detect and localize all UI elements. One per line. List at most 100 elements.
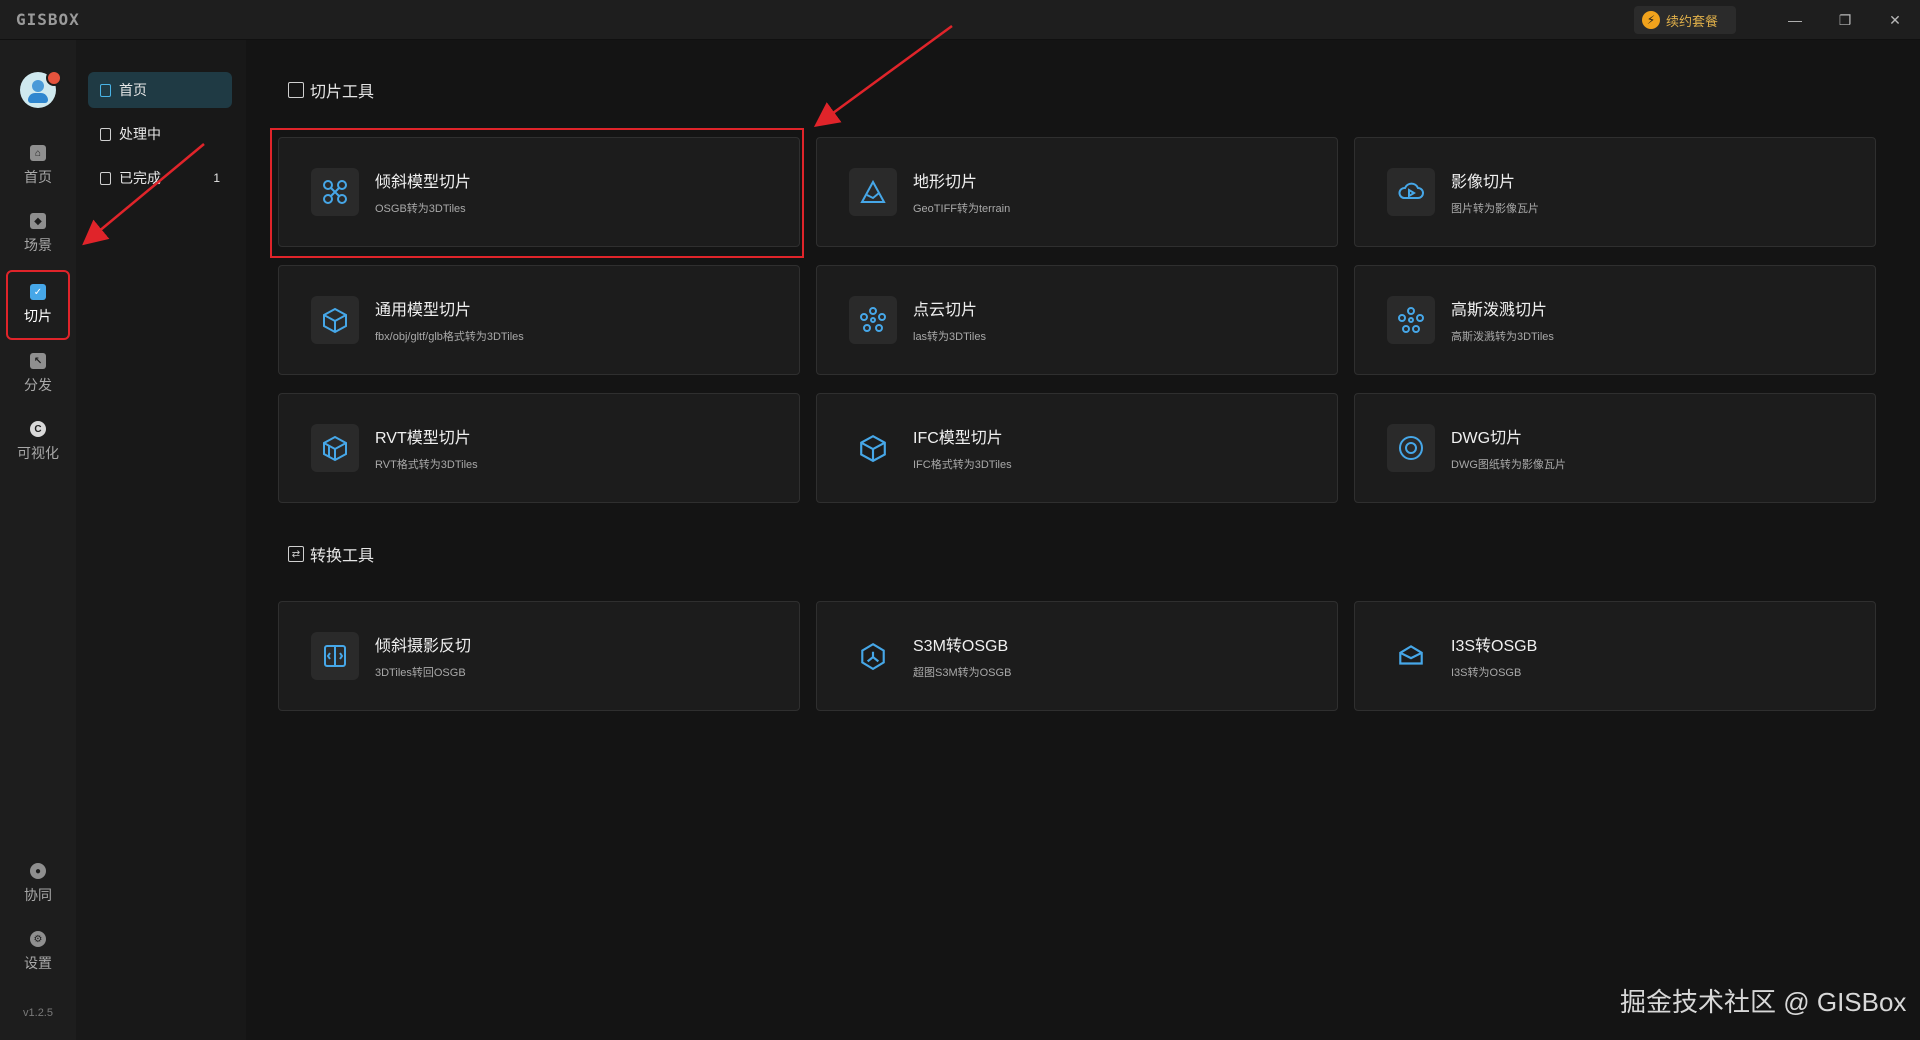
user-avatar[interactable]	[20, 70, 62, 108]
card-title: 影像切片	[1451, 174, 1516, 191]
card-title: RVT模型切片	[375, 430, 471, 447]
avatar-head	[32, 80, 44, 92]
primary-sidebar: ⌂ 首页 ◆ 场景 ✓ 切片 ↖ 分发 C 可视化 ● 协同 ⚙ 设置 v1.2…	[0, 40, 76, 1040]
drone-icon	[311, 168, 359, 216]
card-oblique-model-slice[interactable]: 倾斜模型切片 OSGB转为3DTiles	[278, 137, 800, 247]
card-title: 地形切片	[913, 174, 978, 191]
rail-item-label: 场景	[24, 237, 52, 253]
ifc-icon	[849, 424, 897, 472]
card-general-model-slice[interactable]: 通用模型切片 fbx/obj/gltf/glb格式转为3DTiles	[278, 265, 800, 375]
title-bar: GISBOX ⚡ 续约套餐 — ❐ ✕	[0, 0, 1920, 40]
document-icon	[100, 127, 111, 141]
card-title: DWG切片	[1451, 430, 1523, 447]
notification-dot	[46, 70, 62, 86]
section-title-label: 切片工具	[310, 84, 375, 101]
secondary-sidebar: 首页 处理中 已完成 1	[76, 40, 246, 1040]
card-subtitle: OSGB转为3DTiles	[375, 203, 466, 215]
cloud-image-icon	[1387, 168, 1435, 216]
card-s3m-to-osgb[interactable]: S3M转OSGB 超图S3M转为OSGB	[816, 601, 1338, 711]
rail-item-label: 切片	[24, 308, 52, 324]
card-title: IFC模型切片	[913, 430, 1003, 447]
main-content: 切片工具 倾斜模型切片 OSGB转为3DTiles 地形切片 GeoTIFF转为…	[246, 40, 1920, 1040]
app-version: v1.2.5	[23, 1007, 53, 1019]
minimize-button[interactable]: —	[1772, 0, 1818, 40]
card-terrain-slice[interactable]: 地形切片 GeoTIFF转为terrain	[816, 137, 1338, 247]
point-cloud-icon	[849, 296, 897, 344]
renew-plan-label: 续约套餐	[1666, 13, 1719, 29]
rail-item-label: 首页	[24, 169, 52, 185]
card-title: S3M转OSGB	[913, 638, 1009, 655]
subnav-item-completed[interactable]: 已完成 1	[88, 160, 232, 196]
rail-item-settings[interactable]: ⚙ 设置	[8, 922, 68, 982]
card-subtitle: las转为3DTiles	[913, 331, 986, 343]
bolt-icon: ⚡	[1642, 11, 1660, 29]
card-title: 倾斜模型切片	[375, 174, 472, 191]
subnav-item-processing[interactable]: 处理中	[88, 116, 232, 152]
card-title: 倾斜摄影反切	[375, 638, 472, 655]
section-title-convert-tools: ⇄ 转换工具	[288, 542, 374, 566]
card-dwg-slice[interactable]: DWG切片 DWG图纸转为影像瓦片	[1354, 393, 1876, 503]
section-title-slice-tools: 切片工具	[288, 78, 374, 102]
card-subtitle: RVT格式转为3DTiles	[375, 459, 478, 471]
restore-button[interactable]: ❐	[1822, 0, 1868, 40]
watermark-text: 掘金技术社区 @ GISBox	[1620, 987, 1907, 1017]
completed-count-badge: 1	[213, 171, 220, 185]
gaussian-icon	[1387, 296, 1435, 344]
section-title-label: 转换工具	[310, 548, 375, 565]
rail-item-label: 分发	[24, 377, 52, 393]
gear-icon: ⚙	[30, 931, 46, 947]
rail-item-visualize[interactable]: C 可视化	[8, 412, 68, 472]
card-subtitle: fbx/obj/gltf/glb格式转为3DTiles	[375, 331, 524, 343]
card-subtitle: IFC格式转为3DTiles	[913, 459, 1012, 471]
card-i3s-to-osgb[interactable]: I3S转OSGB I3S转为OSGB	[1354, 601, 1876, 711]
card-title: 高斯泼溅切片	[1451, 302, 1548, 319]
rail-item-scene[interactable]: ◆ 场景	[8, 204, 68, 264]
card-subtitle: DWG图纸转为影像瓦片	[1451, 459, 1566, 471]
rail-item-label: 协同	[24, 887, 52, 903]
rvt-icon	[311, 424, 359, 472]
rail-item-slice[interactable]: ✓ 切片	[6, 270, 70, 340]
rail-item-home[interactable]: ⌂ 首页	[8, 136, 68, 196]
rail-item-label: 设置	[24, 955, 52, 971]
document-icon	[100, 171, 111, 185]
cube-icon: ◆	[30, 213, 46, 229]
terrain-icon	[849, 168, 897, 216]
chart-icon: C	[30, 421, 46, 437]
share-icon: ↖	[30, 353, 46, 369]
card-subtitle: 3DTiles转回OSGB	[375, 667, 466, 679]
card-point-cloud-slice[interactable]: 点云切片 las转为3DTiles	[816, 265, 1338, 375]
rail-item-distribute[interactable]: ↖ 分发	[8, 344, 68, 404]
subnav-item-label: 处理中	[119, 126, 161, 142]
renew-plan-button[interactable]: ⚡ 续约套餐	[1634, 6, 1736, 34]
app-logo: GISBOX	[16, 10, 80, 29]
rail-item-collaborate[interactable]: ● 协同	[8, 854, 68, 914]
map-icon	[288, 82, 304, 98]
subnav-item-home[interactable]: 首页	[88, 72, 232, 108]
card-gaussian-splat-slice[interactable]: 高斯泼溅切片 高斯泼溅转为3DTiles	[1354, 265, 1876, 375]
card-subtitle: I3S转为OSGB	[1451, 667, 1522, 679]
s3m-icon	[849, 632, 897, 680]
card-rvt-model-slice[interactable]: RVT模型切片 RVT格式转为3DTiles	[278, 393, 800, 503]
folder-convert-icon: ⇄	[288, 546, 304, 562]
rail-item-label: 可视化	[17, 445, 59, 461]
card-ifc-model-slice[interactable]: IFC模型切片 IFC格式转为3DTiles	[816, 393, 1338, 503]
reverse-icon	[311, 632, 359, 680]
slice-icon: ✓	[30, 284, 46, 300]
card-title: I3S转OSGB	[1451, 638, 1538, 655]
card-subtitle: 图片转为影像瓦片	[1451, 203, 1539, 215]
avatar-body	[28, 93, 48, 103]
card-title: 点云切片	[913, 302, 978, 319]
card-subtitle: GeoTIFF转为terrain	[913, 203, 1011, 215]
i3s-icon	[1387, 632, 1435, 680]
subnav-item-label: 首页	[119, 82, 147, 98]
close-button[interactable]: ✕	[1872, 0, 1918, 40]
card-title: 通用模型切片	[375, 302, 472, 319]
card-subtitle: 高斯泼溅转为3DTiles	[1451, 331, 1554, 343]
document-icon	[100, 83, 111, 97]
card-oblique-reverse[interactable]: 倾斜摄影反切 3DTiles转回OSGB	[278, 601, 800, 711]
box-icon	[311, 296, 359, 344]
team-icon: ●	[30, 863, 46, 879]
dwg-icon	[1387, 424, 1435, 472]
card-image-slice[interactable]: 影像切片 图片转为影像瓦片	[1354, 137, 1876, 247]
subnav-item-label: 已完成	[119, 170, 161, 186]
